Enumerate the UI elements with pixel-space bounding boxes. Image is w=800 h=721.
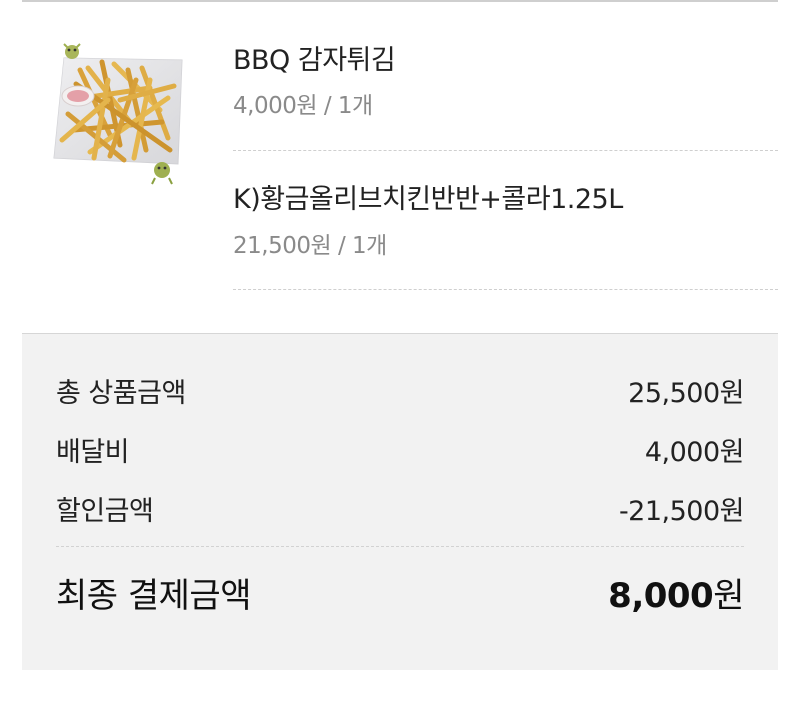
- final-payment-label: 최종 결제금액: [56, 576, 252, 616]
- french-fries-icon: [53, 43, 183, 185]
- delivery-fee-label: 배달비: [56, 437, 130, 468]
- order-summary-screen: BBQ 감자튀김 4,000원 / 1개 K)황금올리브치킨반반+콜라1.25L…: [0, 0, 800, 721]
- top-divider: [22, 0, 778, 2]
- item-price: 4,000원 / 1개: [233, 93, 373, 119]
- product-image: [50, 40, 186, 188]
- delivery-fee-value: 4,000원: [644, 437, 745, 468]
- final-payment-amount: 8,000: [608, 576, 714, 616]
- item-divider: [233, 150, 778, 151]
- summary-divider: [56, 546, 744, 547]
- item-price: 21,500원 / 1개: [233, 233, 387, 259]
- discount-amount-label: 할인금액: [56, 496, 154, 527]
- final-payment-currency: 원: [713, 576, 744, 616]
- total-product-amount-value: 25,500원: [628, 378, 744, 409]
- final-payment-value: 8,000원: [608, 568, 744, 617]
- item-name: BBQ 감자튀김: [233, 45, 396, 76]
- total-product-amount-label: 총 상품금액: [56, 378, 186, 409]
- payment-summary: 총 상품금액 25,500원 배달비 4,000원 할인금액 -21,500원 …: [22, 333, 778, 670]
- item-divider: [233, 289, 778, 290]
- item-name: K)황금올리브치킨반반+콜라1.25L: [233, 184, 623, 215]
- discount-amount-value: -21,500원: [618, 496, 745, 527]
